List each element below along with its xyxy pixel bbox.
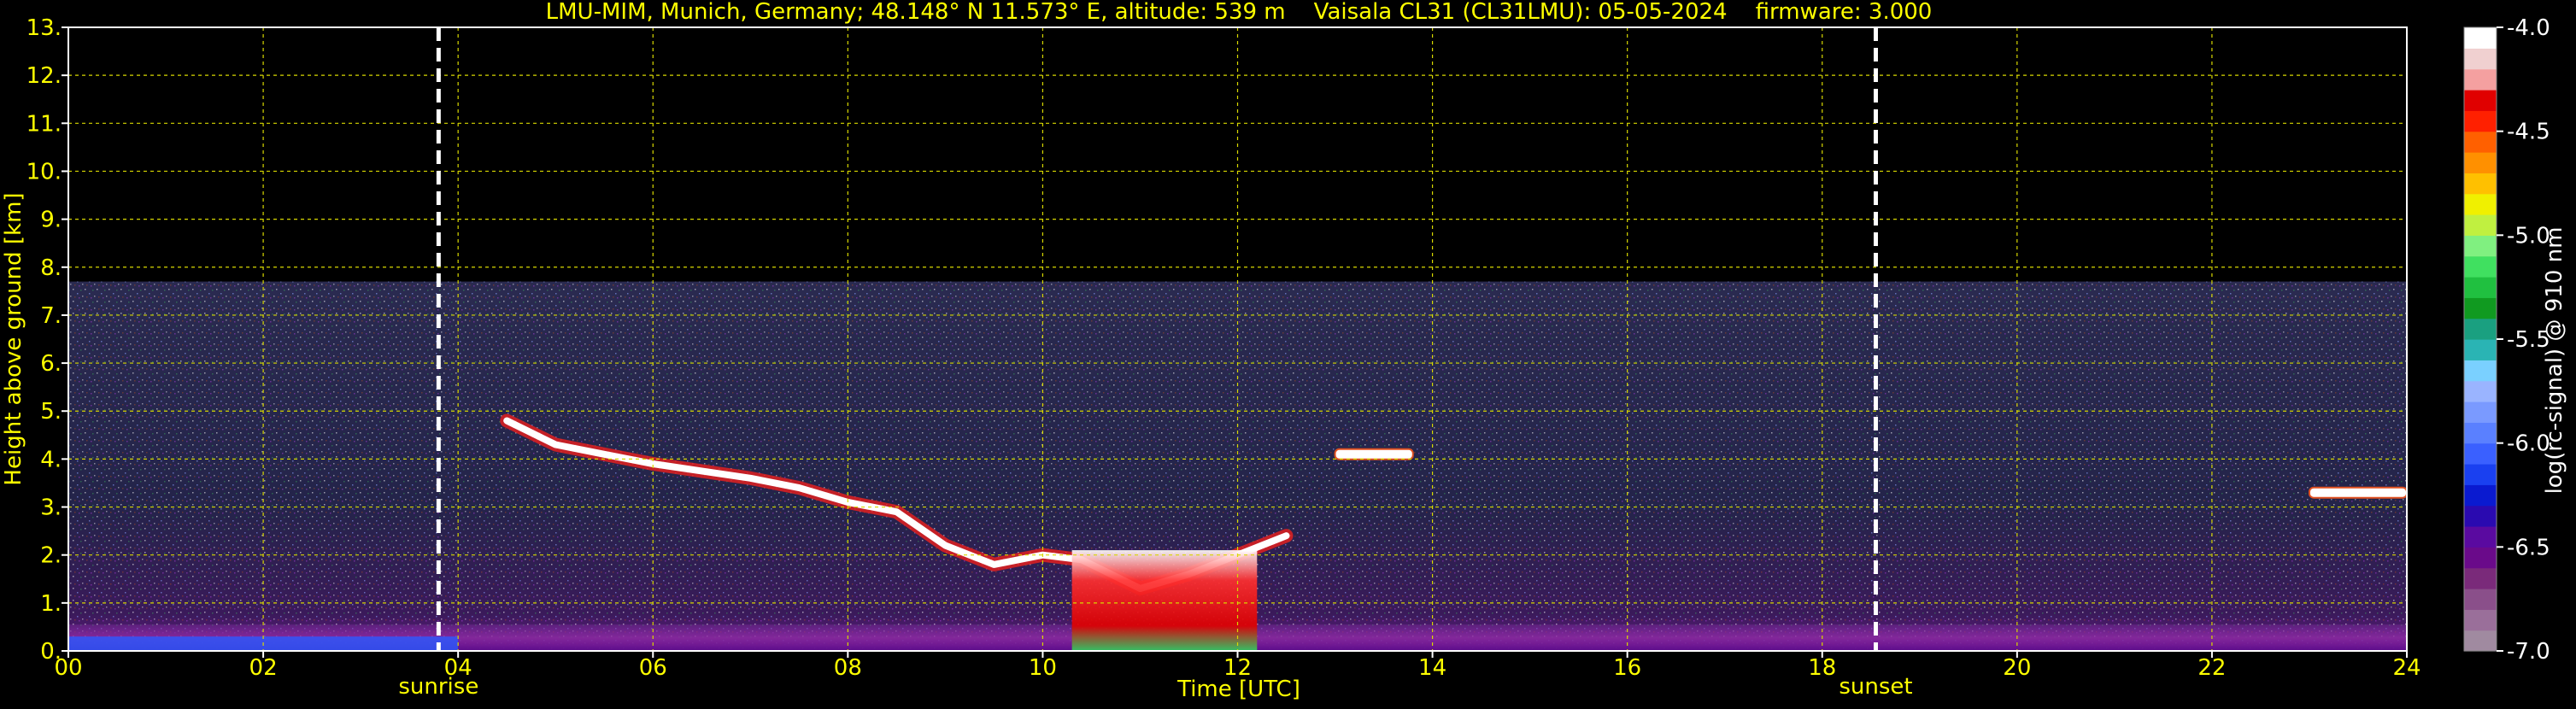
colorbar-segment <box>2464 442 2497 465</box>
colorbar-segment <box>2464 360 2497 382</box>
colorbar-segment <box>2464 193 2497 215</box>
colorbar-segment <box>2464 567 2497 589</box>
colorbar-segment <box>2464 235 2497 257</box>
chart-svg: sunrise sunset 00 02 04 06 08 10 12 14 16 18 20 22 24… <box>1 0 2567 702</box>
colorbar-segment <box>2464 630 2497 652</box>
y-axis-label: Height above ground [km] <box>1 192 26 485</box>
y-tick-label: 3. <box>40 495 62 521</box>
ceilometer-chart: sunrise sunset 00 02 04 06 08 10 12 14 16 18 20 22 24… <box>0 0 2576 706</box>
y-tick-label: 9. <box>40 208 62 233</box>
feature-2-layer <box>1334 448 1414 460</box>
colorbar-segment <box>2464 380 2497 402</box>
colorbar-segment <box>2464 297 2497 319</box>
y-tick-label: 6. <box>40 351 62 377</box>
x-tick-label: 14 <box>1418 655 1446 681</box>
colorbar-segment <box>2464 401 2497 423</box>
colorbar-segment <box>2464 110 2497 132</box>
colorbar-tick-label: -7.0 <box>2507 639 2550 665</box>
colorbar-tick-label: -4.0 <box>2507 15 2550 41</box>
x-tick-label: 08 <box>834 655 862 681</box>
colorbar-segment <box>2464 318 2497 340</box>
y-tick-label: 11. <box>26 111 62 137</box>
colorbar-tick-label: -4.5 <box>2507 120 2550 145</box>
feature-1-precipitation <box>1071 550 1258 651</box>
colorbar-segment <box>2464 464 2497 485</box>
colorbar-segment <box>2464 27 2497 49</box>
colorbar-segment <box>2464 90 2497 111</box>
sunset-label: sunset <box>1839 674 1912 700</box>
y-tick-label: 5. <box>40 399 62 425</box>
colorbar-segment <box>2464 609 2497 631</box>
colorbar-segment <box>2464 48 2497 70</box>
colorbar-segment <box>2464 505 2497 527</box>
x-tick-label: 16 <box>1613 655 1641 681</box>
x-tick-label: 20 <box>2003 655 2031 681</box>
y-tick-label: 12. <box>26 63 62 89</box>
y-tick-label: 8. <box>40 255 62 281</box>
y-tick-label: 4. <box>40 447 62 472</box>
x-tick-label: 06 <box>639 655 667 681</box>
colorbar-segment <box>2464 484 2497 507</box>
y-tick-label: 7. <box>40 303 62 329</box>
colorbar-segment <box>2464 589 2497 610</box>
y-tick-label: 10. <box>26 159 62 185</box>
y-tick-label: 13. <box>26 15 62 41</box>
colorbar-segment <box>2464 152 2497 173</box>
x-tick-label: 18 <box>1808 655 1836 681</box>
colorbar-segment <box>2464 131 2497 153</box>
colorbar-segment <box>2464 173 2497 195</box>
colorbar-label: log(rc-signal) @ 910 nm <box>2542 227 2567 495</box>
chart-title: LMU-MIM, Munich, Germany; 48.148° N 11.5… <box>546 0 1933 25</box>
colorbar-segment <box>2464 422 2497 444</box>
x-tick-label: 24 <box>2392 655 2421 681</box>
colorbar-segment <box>2464 547 2497 569</box>
x-tick-label: 10 <box>1029 655 1057 681</box>
colorbar-segment <box>2464 277 2497 298</box>
x-tick-label: 02 <box>249 655 278 681</box>
colorbar-segment <box>2464 526 2497 548</box>
colorbar-segment <box>2464 214 2497 236</box>
x-axis-label: Time [UTC] <box>1177 677 1300 702</box>
y-tick-label: 0. <box>40 639 62 665</box>
colorbar-segment <box>2464 339 2497 360</box>
feature-3-layer <box>2308 486 2408 499</box>
x-tick-label: 04 <box>444 655 472 681</box>
colorbar-tick-label: -6.5 <box>2507 535 2550 560</box>
y-tick-label: 2. <box>40 543 62 569</box>
colorbar-segment <box>2464 255 2497 278</box>
y-tick-label: 1. <box>40 591 62 617</box>
x-tick-label: 22 <box>2198 655 2226 681</box>
colorbar-segment <box>2464 68 2497 91</box>
